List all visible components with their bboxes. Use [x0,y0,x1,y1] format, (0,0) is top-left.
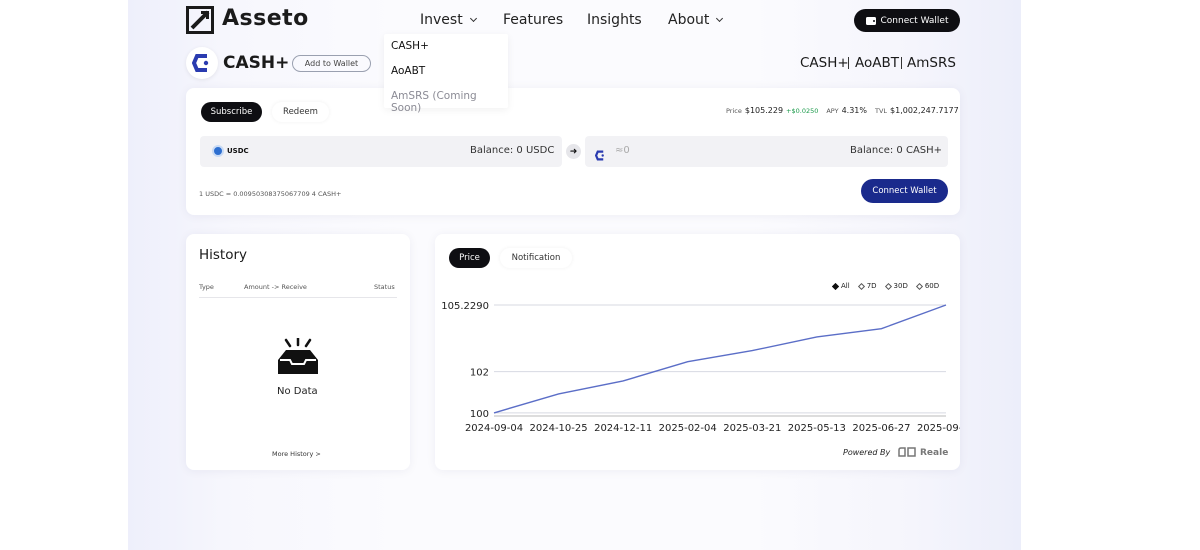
add-to-wallet-button[interactable]: Add to Wallet [292,55,371,72]
token-tab-cash-plus[interactable]: CASH+ [800,55,849,71]
tab-divider [901,57,902,69]
from-token-label: USDC [227,147,249,155]
history-col-type: Type [199,283,214,291]
x-tick-label: 2024-10-25 [530,423,588,434]
price-series-line [493,304,947,414]
y-tick-label: 105.2290 [441,301,489,312]
subscribe-tab[interactable]: Subscribe [201,102,262,122]
range-30d-label: 30D [893,282,908,290]
price-tab[interactable]: Price [449,248,490,268]
empty-inbox-icon [276,336,320,382]
nav-invest[interactable]: Invest [420,12,477,28]
x-tick-label: 2025-09-03 [917,423,960,434]
nav-about[interactable]: About [668,12,724,28]
diamond-icon [915,282,923,290]
tab-divider [848,57,849,69]
history-divider [199,297,397,298]
x-tick-label: 2025-02-04 [659,423,717,434]
wallet-icon [865,16,876,25]
chevron-down-icon [716,14,724,23]
selected-diamond-icon [831,282,840,290]
x-tick-label: 2025-05-13 [788,423,846,434]
cash-plus-small-icon [594,146,606,165]
to-balance: Balance: 0 CASH+ [850,145,943,156]
menu-item-aoabt[interactable]: AoABT [391,65,425,77]
apy-label: APY [826,107,839,115]
token-title: CASH+ [223,53,290,73]
range-60d-label: 60D [924,282,940,290]
range-7d[interactable]: 7D [857,282,877,290]
history-col-amount: Amount -> Receive [244,283,307,291]
price-label: Price [726,107,742,115]
nav-features[interactable]: Features [503,12,563,28]
token-stats: Price $105.229 +$0.0250 APY 4.31% TVL $1… [726,106,959,115]
brand-name[interactable]: Asseto [222,6,309,31]
price-change: +$0.0250 [786,107,819,115]
range-30d[interactable]: 30D [884,282,908,290]
y-tick-label: 100 [470,409,489,420]
redeem-tab[interactable]: Redeem [272,102,329,122]
exchange-rate: 1 USDC = 0.00950308375067709 4 CASH+ [199,190,342,198]
tvl-value: $1,002,247.7177 [890,106,959,115]
range-all[interactable]: All [831,282,850,290]
y-tick-label: 102 [470,368,489,379]
history-title: History [199,247,248,263]
reale-logo-icon [898,447,916,457]
notification-tab[interactable]: Notification [500,248,572,268]
connect-wallet-button[interactable]: Connect Wallet [854,9,960,32]
powered-by-label: Powered By [843,448,891,457]
reale-logo[interactable]: Reale [897,447,948,458]
more-history-link[interactable]: More History > [272,450,321,458]
menu-item-cash-plus[interactable]: CASH+ [391,40,429,52]
nav-about-label: About [668,12,710,28]
diamond-icon [884,282,892,290]
invest-dropdown-menu: CASH+ AoABT AmSRS (Coming Soon) [384,34,508,114]
nav-invest-label: Invest [420,12,463,28]
x-tick-label: 2024-09-04 [465,423,523,434]
nav-insights[interactable]: Insights [587,12,642,28]
from-balance: Balance: 0 USDC [470,145,555,156]
range-60d[interactable]: 60D [915,282,940,290]
connect-wallet-action-button[interactable]: Connect Wallet [861,179,948,203]
chevron-down-icon [469,14,477,23]
usdc-icon [212,145,224,157]
range-all-label: All [841,282,850,290]
no-data-label: No Data [277,386,318,397]
swap-arrow-icon[interactable]: ➜ [566,144,581,159]
cash-plus-token-icon [186,47,218,79]
history-col-status: Status [374,283,395,291]
to-amount: ≈0 [615,145,630,156]
token-tab-aoabt[interactable]: AoABT [855,55,899,71]
price-value: $105.229 [744,106,784,115]
token-tab-amsrs[interactable]: AmSRS [907,55,956,71]
price-chart: 100 102 105.2290 2024-09-04 2024-10-25 2024-1… [441,301,960,434]
asseto-logo-icon[interactable] [186,6,214,34]
diamond-icon [857,282,865,290]
apy-value: 4.31% [841,106,867,115]
connect-wallet-label: Connect Wallet [880,15,949,26]
range-7d-label: 7D [866,282,877,290]
x-tick-label: 2025-06-27 [852,423,910,434]
range-selector: All 7D 30D 60D [831,282,940,290]
menu-item-amsrs-coming-soon: AmSRS (Coming Soon) [391,90,477,114]
x-tick-label: 2025-03-21 [723,423,781,434]
tvl-label: TVL [874,107,888,115]
x-tick-label: 2024-12-11 [594,423,652,434]
reale-logo-text: Reale [920,447,949,458]
